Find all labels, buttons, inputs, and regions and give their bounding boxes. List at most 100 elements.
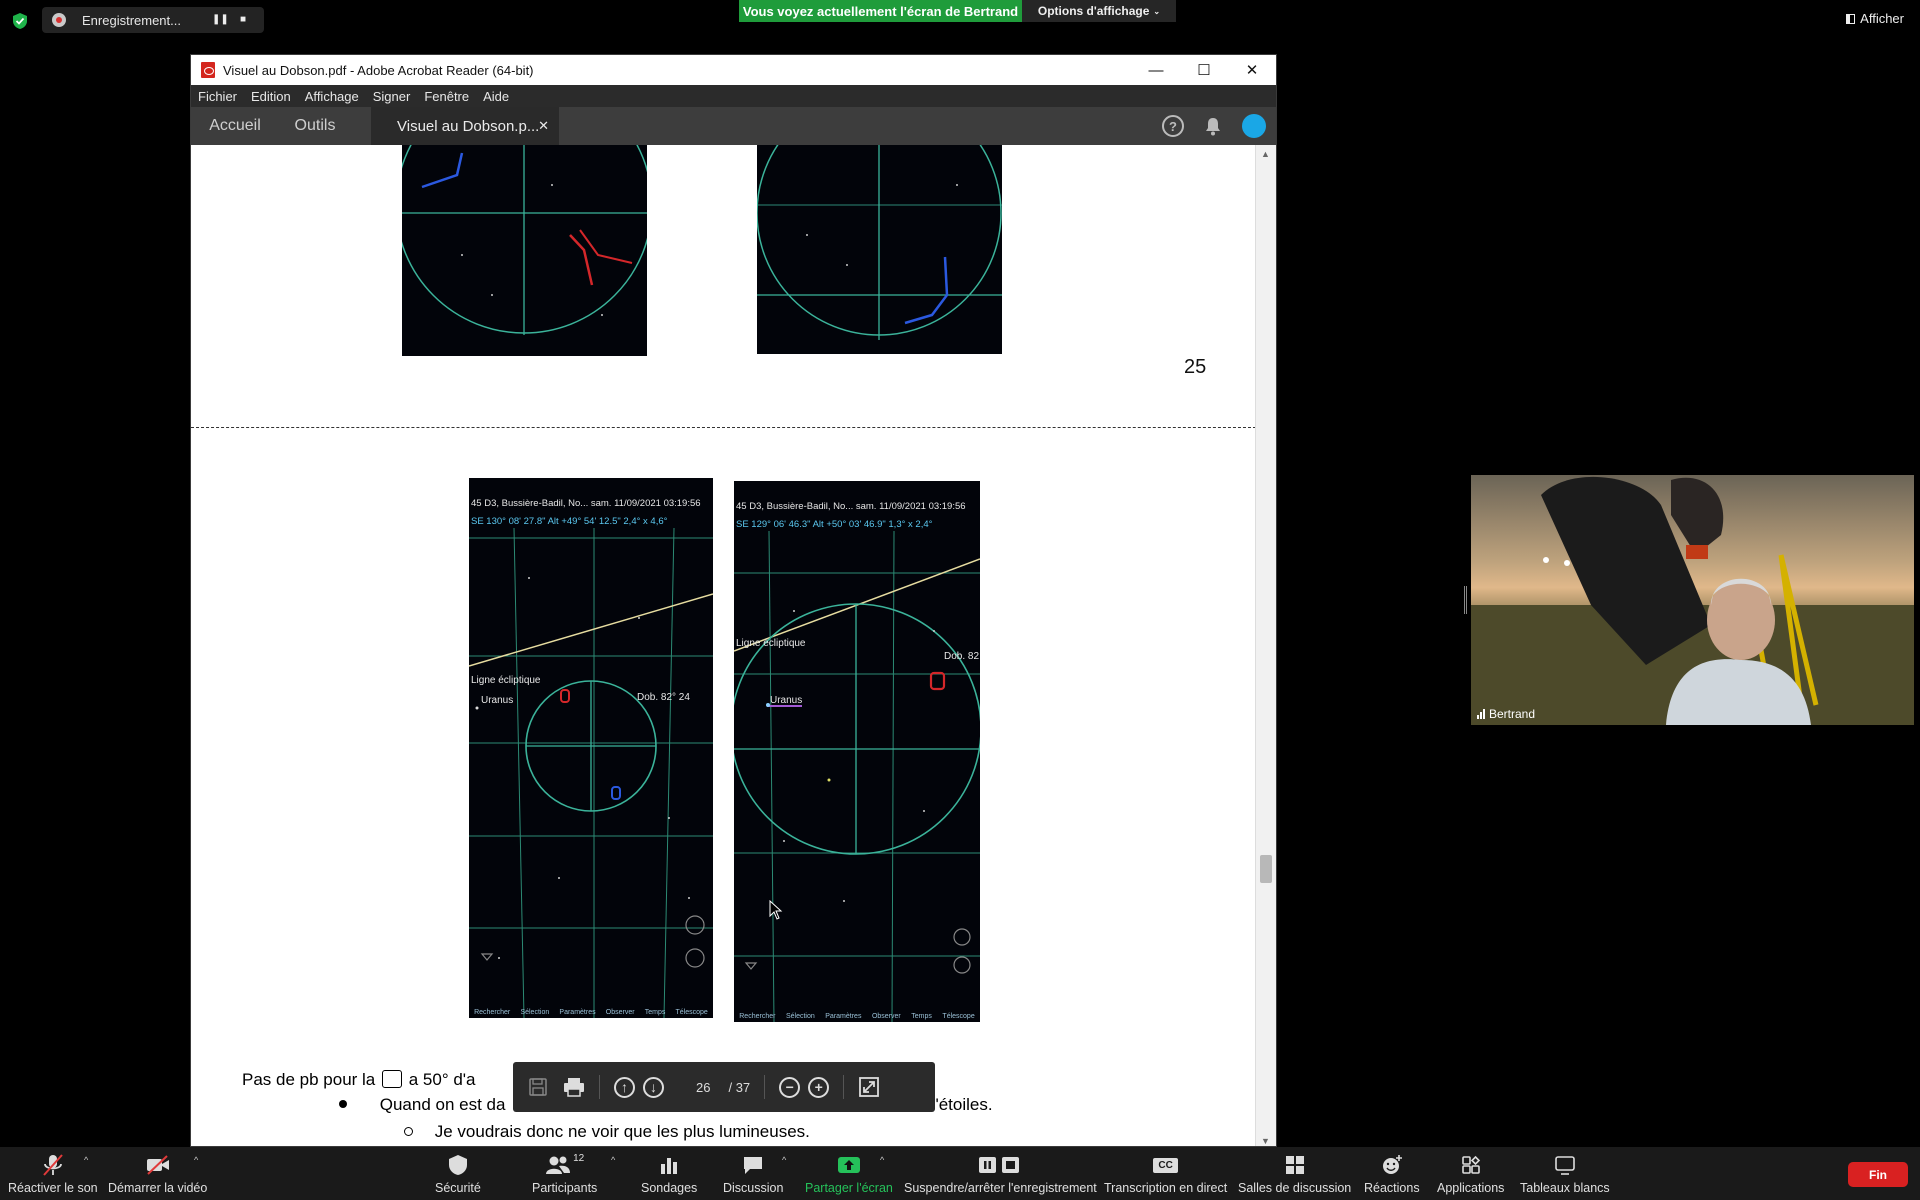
close-tab-icon[interactable]: ✕ [538, 118, 549, 134]
vertical-scrollbar[interactable]: ▲ ▼ [1255, 145, 1276, 1146]
share-caret-icon[interactable]: ^ [880, 1155, 884, 1165]
menu-signer[interactable]: Signer [373, 89, 411, 104]
chat-caret-icon[interactable]: ^ [782, 1155, 786, 1165]
video-panel-resize-handle[interactable] [1464, 586, 1467, 614]
scroll-up-icon[interactable]: ▲ [1261, 149, 1270, 159]
transcription-label: Transcription en direct [1104, 1181, 1228, 1195]
menu-edition[interactable]: Edition [251, 89, 291, 104]
participants-label: Participants [532, 1181, 598, 1195]
next-page-icon[interactable]: ↓ [643, 1076, 664, 1098]
security-shield-icon [13, 13, 27, 29]
telescope-emoji-icon [382, 1070, 402, 1088]
pause-stop-icon [978, 1153, 1022, 1177]
skymap-left-header: 45 D3, Bussière-Badil, No... sam. 11/09/… [471, 498, 701, 509]
menu-fichier[interactable]: Fichier [198, 89, 237, 104]
audio-options-caret-icon[interactable]: ^ [84, 1155, 88, 1165]
sky-tool-observe: Observer [871, 1013, 901, 1020]
maximize-icon[interactable]: ☐ [1180, 55, 1228, 85]
skymap-right-header: 45 D3, Bussière-Badil, No... sam. 11/09/… [736, 501, 966, 512]
whiteboards-button[interactable]: Tableaux blancs [1520, 1147, 1610, 1200]
participants-caret-icon[interactable]: ^ [611, 1155, 615, 1165]
close-icon[interactable]: ✕ [1228, 55, 1276, 85]
microphone-muted-icon [42, 1153, 64, 1177]
bullet-dot [339, 1100, 347, 1108]
skymap-left-toolbar: Rechercher Sélection Paramètres Observer… [469, 988, 713, 1018]
sky-tool-time: Temps [911, 1013, 932, 1020]
breakout-label: Salles de discussion [1238, 1181, 1352, 1195]
doc-line-1b-text: a 50° d'a [408, 1070, 476, 1089]
pause-recording-icon[interactable]: ❚❚ [212, 14, 229, 25]
security-button[interactable]: Sécurité [435, 1147, 481, 1200]
breakout-rooms-button[interactable]: Salles de discussion [1238, 1147, 1351, 1200]
skymap-right-chart [734, 530, 980, 1022]
print-icon[interactable] [563, 1076, 585, 1098]
video-options-caret-icon[interactable]: ^ [194, 1155, 198, 1165]
chevron-down-icon: ⌄ [1153, 6, 1161, 16]
share-screen-icon [837, 1153, 861, 1177]
show-button[interactable]: Afficher [1846, 11, 1904, 26]
sky-tool-observe: Observer [605, 1009, 635, 1016]
menu-fenetre[interactable]: Fenêtre [424, 89, 469, 104]
toolbar-divider [599, 1075, 600, 1099]
skymap-left-coords: SE 130° 08' 27.8" Alt +49° 54' 12.5" 2,4… [471, 516, 668, 527]
minimize-icon[interactable]: — [1132, 55, 1180, 85]
participant-video-tile[interactable]: Bertrand [1471, 475, 1914, 725]
sky-tool-settings: Paramètres [559, 1009, 596, 1016]
page-nav-toolbar: ↑ ↓ 26 / 37 − + [513, 1062, 935, 1112]
start-video-button[interactable]: Démarrer la vidéo [108, 1147, 207, 1200]
tab-tools[interactable]: Outils [279, 107, 351, 145]
fit-page-icon[interactable] [858, 1076, 880, 1098]
doc-bullet-1-text: Quand on est da [379, 1095, 506, 1114]
tab-home[interactable]: Accueil [191, 107, 279, 145]
polls-label: Sondages [641, 1181, 698, 1195]
previous-page-icon[interactable]: ↑ [614, 1076, 635, 1098]
scroll-down-icon[interactable]: ▼ [1261, 1136, 1270, 1146]
participants-button[interactable]: 12 Participants [532, 1147, 597, 1200]
save-icon[interactable] [527, 1076, 549, 1098]
recording-indicator: Enregistrement... ❚❚ ■ [42, 7, 264, 33]
unmute-label: Réactiver le son [8, 1181, 98, 1195]
doc-line-1-text: Pas de pb pour la [242, 1070, 376, 1089]
window-titlebar: Visuel au Dobson.pdf - Adobe Acrobat Rea… [191, 55, 1276, 85]
cc-glyph: CC [1153, 1157, 1178, 1173]
camera-off-icon [145, 1153, 171, 1177]
sky-tool-settings: Paramètres [825, 1013, 862, 1020]
skymap-right: 45 D3, Bussière-Badil, No... sam. 11/09/… [734, 481, 980, 1022]
toolbar-divider [843, 1075, 845, 1099]
chat-label: Discussion [723, 1181, 784, 1195]
security-label: Sécurité [435, 1181, 481, 1195]
help-icon[interactable]: ? [1162, 115, 1184, 137]
reactions-button[interactable]: Réactions [1364, 1147, 1420, 1200]
page-number-25: 25 [1184, 356, 1207, 378]
participant-name: Bertrand [1489, 707, 1536, 721]
document-viewport[interactable]: 25 45 D3, Bussière-Badil, No... sam. 11/… [191, 145, 1256, 1146]
account-avatar[interactable] [1242, 114, 1266, 138]
participants-icon: 12 [545, 1153, 584, 1177]
recording-icon [52, 13, 66, 27]
acrobat-window: Visuel au Dobson.pdf - Adobe Acrobat Rea… [190, 54, 1277, 1147]
doc-bullet-1b: d'étoiles. [926, 1095, 993, 1114]
menu-affichage[interactable]: Affichage [305, 89, 359, 104]
end-meeting-button[interactable]: Fin [1848, 1162, 1908, 1187]
zoom-out-icon[interactable]: − [779, 1076, 801, 1098]
zoom-in-icon[interactable]: + [808, 1076, 830, 1098]
doc-line-1: Pas de pb pour la a 50° d'a [242, 1070, 476, 1090]
scrollbar-thumb[interactable] [1260, 855, 1272, 883]
pause-stop-recording-button[interactable]: Suspendre/arrêter l'enregistrement [904, 1147, 1097, 1200]
video-frame-image [1471, 476, 1914, 725]
skymap-left-dob-label: Dob. 82° 24 [637, 692, 690, 703]
page25-image-right [757, 145, 1002, 354]
tab-document[interactable]: Visuel au Dobson.p... ✕ [371, 107, 559, 145]
polls-button[interactable]: Sondages [641, 1147, 697, 1200]
view-options-button[interactable]: Options d'affichage ⌄ [1022, 0, 1176, 22]
apps-button[interactable]: Applications [1437, 1147, 1504, 1200]
meeting-toolbar: Réactiver le son ^ Démarrer la vidéo ^ S… [0, 1147, 1920, 1200]
current-page-input[interactable]: 26 [696, 1080, 710, 1095]
tab-bar: Accueil Outils Visuel au Dobson.p... ✕ ? [191, 107, 1276, 145]
bell-icon[interactable] [1204, 116, 1222, 136]
menu-aide[interactable]: Aide [483, 89, 509, 104]
stop-recording-icon[interactable]: ■ [240, 14, 246, 25]
chat-button[interactable]: Discussion [723, 1147, 783, 1200]
sky-tool-select: Sélection [785, 1013, 815, 1020]
live-transcription-button[interactable]: CC Transcription en direct [1104, 1147, 1227, 1200]
